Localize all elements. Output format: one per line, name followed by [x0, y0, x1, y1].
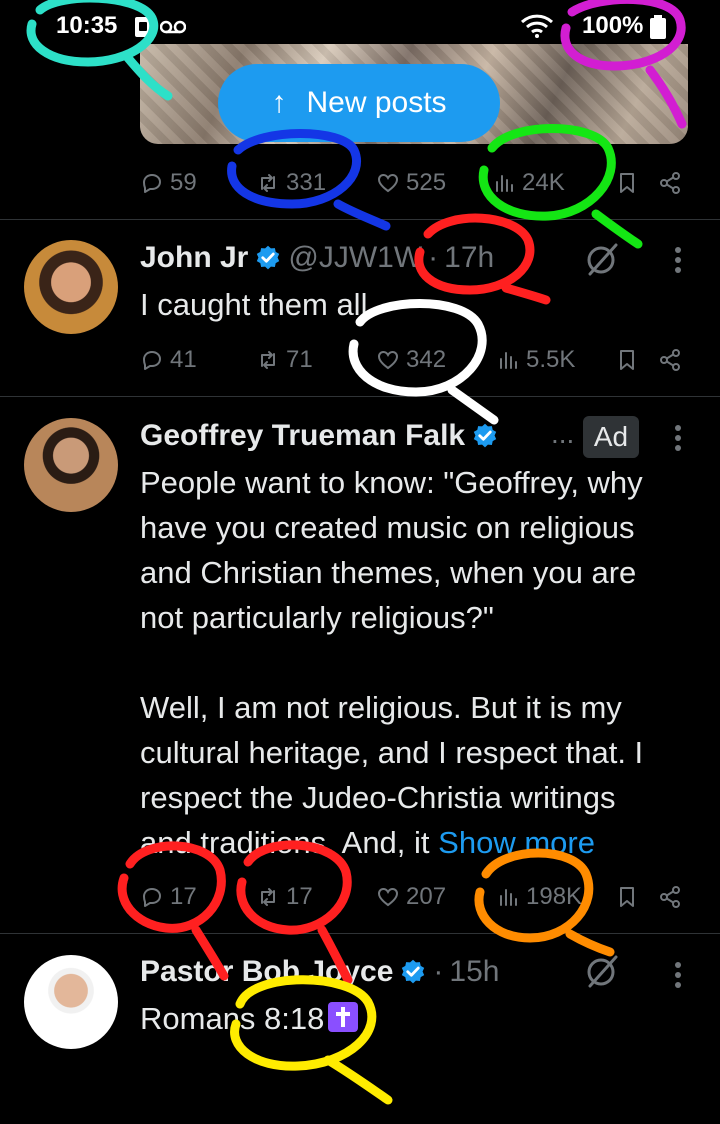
cross-emoji-icon [328, 1002, 359, 1032]
tweet-header: Pastor Bob Joyce · 15h [140, 952, 499, 992]
views-icon [496, 175, 513, 192]
more-options-icon[interactable] [666, 418, 690, 458]
verified-badge-icon [257, 245, 280, 270]
ad-badge: Ad [583, 416, 639, 458]
tweet-text-line: not particularly religious?" [140, 600, 494, 635]
repost-count: 331 [286, 169, 327, 196]
truncation-ellipsis: ... [551, 418, 575, 449]
new-posts-button[interactable]: ↑ New posts [218, 64, 500, 142]
handle[interactable]: @JJW1W [288, 241, 422, 275]
more-options-icon[interactable] [666, 240, 690, 280]
like-button[interactable]: 207 [376, 877, 446, 917]
battery-percentage: 100% [582, 12, 644, 39]
repost-icon [261, 888, 275, 906]
show-more-link[interactable]: Show more [438, 825, 595, 860]
status-bar: 10:35 100% [0, 0, 720, 48]
tweet-text-line: have you created music on religious [140, 510, 635, 545]
view-count: 5.5K [526, 346, 576, 373]
tweet-text-line: cultural heritage, and I respect that. I [140, 735, 644, 770]
divider [0, 933, 720, 934]
grok-icon[interactable] [582, 240, 620, 278]
reply-count: 17 [170, 883, 197, 910]
verified-badge-icon [473, 423, 497, 448]
tweet-actions: 17 17 207 198K [140, 877, 688, 917]
repost-icon [261, 174, 275, 192]
like-count: 207 [406, 883, 447, 910]
heart-icon [377, 173, 399, 193]
voicemail-icon [160, 20, 186, 34]
share-icon[interactable] [658, 885, 682, 909]
heart-icon [377, 887, 399, 907]
wifi-icon [520, 14, 554, 38]
views-icon [500, 889, 517, 906]
bookmark-icon[interactable] [615, 885, 639, 909]
verified-badge-icon [402, 959, 425, 984]
new-posts-label: New posts [306, 86, 447, 119]
tweet-text-line: respect the Judeo-Christia writings [140, 780, 616, 815]
display-name[interactable]: Pastor Bob Joyce [140, 955, 393, 989]
separator-dot: · [433, 955, 444, 988]
timestamp[interactable]: 17h [444, 241, 494, 275]
avatar-pastor[interactable] [24, 955, 118, 1049]
divider [0, 219, 720, 220]
display-name[interactable]: John Jr [140, 241, 248, 275]
reply-button[interactable]: 41 [140, 340, 197, 380]
reply-button[interactable]: 17 [140, 877, 197, 917]
reply-count: 59 [170, 169, 197, 196]
repost-icon [261, 351, 275, 369]
separator-dot: · [428, 241, 439, 274]
views-icon [500, 352, 517, 369]
sim-card-icon [134, 16, 152, 38]
bookmark-icon[interactable] [615, 171, 639, 195]
repost-count: 71 [286, 346, 313, 373]
battery-icon [650, 15, 666, 39]
view-count: 198K [526, 883, 583, 910]
tweet-text-line: and traditions. And, it [140, 825, 430, 860]
reply-icon [143, 174, 161, 193]
display-name[interactable]: Geoffrey Trueman Falk [140, 419, 465, 453]
like-button[interactable]: 525 [376, 163, 446, 203]
repost-count: 17 [286, 883, 313, 910]
tweet-text-line: People want to know: "Geoffrey, why [140, 465, 643, 500]
reply-icon [143, 888, 161, 907]
like-count: 525 [406, 169, 447, 196]
avatar-john-jr[interactable] [24, 240, 118, 334]
share-icon[interactable] [658, 171, 682, 195]
like-count: 342 [406, 346, 447, 373]
status-time: 10:35 [56, 12, 118, 39]
tweet-text: Romans 8:18 [140, 996, 696, 1041]
more-options-icon[interactable] [666, 955, 690, 995]
tweet-header: Geoffrey Trueman Falk [140, 416, 499, 456]
views-button[interactable]: 198K [496, 877, 582, 917]
share-icon[interactable] [658, 348, 682, 372]
views-button[interactable]: 5.5K [496, 340, 575, 380]
grok-icon[interactable] [582, 952, 620, 990]
tweet-text-line: and Christian themes, when you are [140, 555, 637, 590]
divider [0, 396, 720, 397]
timestamp[interactable]: 15h [449, 955, 499, 989]
avatar-geoffrey[interactable] [24, 418, 118, 512]
tweet-actions: 59 331 525 24K [140, 163, 688, 203]
view-count: 24K [522, 169, 565, 196]
repost-button[interactable]: 17 [256, 877, 313, 917]
tweet-text-line: Well, I am not religious. But it is my [140, 690, 622, 725]
like-button[interactable]: 342 [376, 340, 446, 380]
reply-icon [143, 351, 161, 370]
repost-button[interactable]: 71 [256, 340, 313, 380]
arrow-up-icon: ↑ [271, 86, 287, 119]
reply-button[interactable]: 59 [140, 163, 197, 203]
tweet-text-content: Romans 8:18 [140, 1001, 325, 1036]
tweet-text: People want to know: "Geoffrey, why have… [140, 460, 696, 865]
views-button[interactable]: 24K [492, 163, 565, 203]
bookmark-icon[interactable] [615, 348, 639, 372]
repost-button[interactable]: 331 [256, 163, 326, 203]
tweet-text: I caught them all [140, 287, 368, 322]
heart-icon [377, 350, 399, 370]
tweet-header: John Jr @JJW1W · 17h [140, 238, 494, 278]
tweet-text-line-last: and traditions. And, it Show more [140, 820, 696, 865]
reply-count: 41 [170, 346, 197, 373]
tweet-actions: 41 71 342 5.5K [140, 340, 688, 380]
